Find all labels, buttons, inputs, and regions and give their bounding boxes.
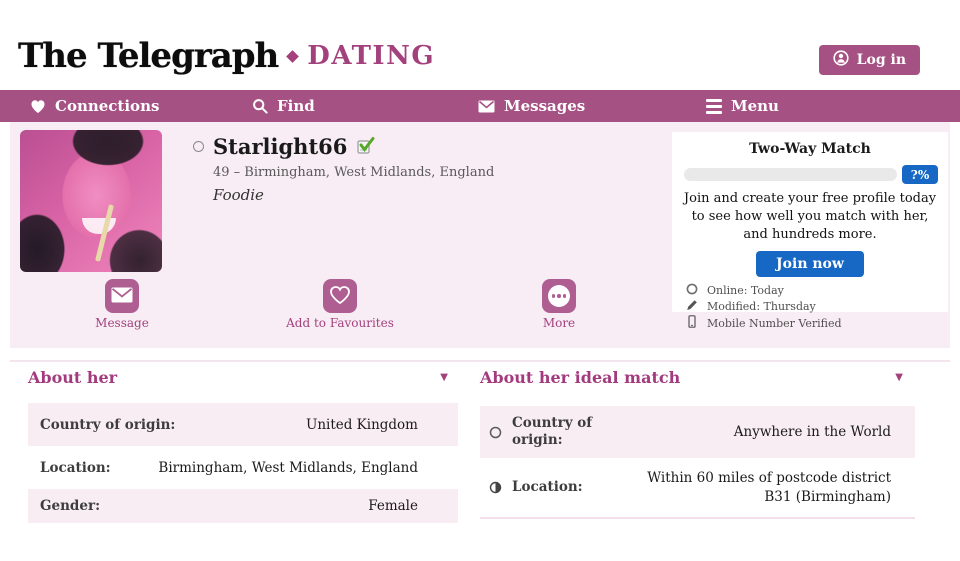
match-score-badge: ?% (902, 165, 938, 184)
action-label: Add to Favourites (270, 316, 410, 330)
two-way-match-card: Two-Way Match ?% Join and create your fr… (672, 132, 948, 312)
login-label: Log in (857, 52, 906, 68)
row-label: Location: (40, 460, 111, 476)
message-button[interactable] (105, 279, 139, 313)
ideal-match-section: About her ideal match ▼ Country of origi… (480, 368, 915, 519)
header: The Telegraph DATING Log in (0, 0, 960, 90)
profile-header: Starlight66 (193, 134, 375, 159)
profile-tagline: Foodie (213, 186, 264, 204)
row-value: Birmingham, West Midlands, England (158, 460, 458, 476)
about-her-header: About her ▼ (28, 368, 458, 390)
site-logo[interactable]: The Telegraph DATING (18, 36, 435, 76)
profile-summary-panel: Starlight66 49 – Birmingham, West Midlan… (10, 122, 950, 348)
envelope-icon (111, 287, 133, 306)
row-label: Location: (512, 479, 608, 496)
envelope-icon (478, 100, 495, 113)
table-row: Country of origin: United Kingdom (28, 403, 458, 446)
table-row: Gender: Female (28, 489, 458, 523)
person-icon (833, 50, 849, 70)
more-dots-icon (548, 285, 570, 307)
match-card-title: Two-Way Match (672, 132, 948, 157)
row-label: Country of origin: (512, 415, 608, 449)
match-card-description: Join and create your free profile today … (672, 190, 948, 244)
nav-item-messages[interactable]: Messages (478, 90, 585, 122)
row-label: Country of origin: (40, 417, 175, 433)
online-status-icon (193, 141, 204, 152)
action-add-to-favourites[interactable]: Add to Favourites (270, 279, 410, 330)
section-title: About her ideal match (480, 368, 680, 387)
profile-photo[interactable] (20, 130, 162, 272)
status-label: Online: Today (707, 284, 784, 298)
telegraph-logo: The Telegraph (18, 36, 278, 76)
diamond-icon (286, 50, 299, 63)
heart-outline-icon (329, 285, 351, 308)
about-her-section: About her ▼ Country of origin: United Ki… (28, 368, 458, 523)
dating-logo: DATING (307, 41, 435, 71)
login-button[interactable]: Log in (819, 45, 920, 75)
row-value: United Kingdom (306, 417, 458, 433)
circle-outline-icon (489, 426, 502, 439)
match-progress-bar (684, 168, 897, 181)
action-label: Message (52, 316, 192, 330)
table-row: Location: Birmingham, West Midlands, Eng… (28, 446, 458, 489)
about-her-rows: Country of origin: United Kingdom Locati… (28, 403, 458, 523)
nav-item-find[interactable]: Find (252, 90, 315, 122)
status-label: Mobile Number Verified (707, 317, 842, 331)
page: The Telegraph DATING Log in Connectio (0, 0, 960, 561)
table-row: Country of origin: Anywhere in the World (480, 406, 915, 458)
join-now-button[interactable]: Join now (756, 251, 864, 277)
profile-meta: 49 – Birmingham, West Midlands, England (213, 165, 494, 180)
verified-check-icon (356, 136, 375, 158)
row-value: Within 60 miles of postcode district B31… (625, 469, 915, 507)
circle-outline-icon (686, 283, 698, 299)
photo-art (82, 218, 116, 234)
action-more[interactable]: More (489, 279, 629, 330)
action-message[interactable]: Message (52, 279, 192, 330)
mobile-icon (686, 315, 698, 332)
row-label: Gender: (40, 498, 100, 514)
nav-item-menu[interactable]: Menu (706, 90, 779, 122)
status-online: Online: Today (686, 283, 948, 299)
menu-icon (706, 99, 722, 114)
chevron-down-icon[interactable]: ▼ (440, 372, 448, 383)
username: Starlight66 (213, 134, 347, 159)
table-row: Location: Within 60 miles of postcode di… (480, 458, 915, 519)
status-mobile-verified: Mobile Number Verified (686, 315, 948, 332)
pencil-icon (686, 299, 698, 315)
ideal-match-rows: Country of origin: Anywhere in the World… (480, 406, 915, 519)
chevron-down-icon[interactable]: ▼ (895, 372, 903, 383)
status-list: Online: Today Modified: Thursday Mobile … (686, 283, 948, 332)
row-value: Anywhere in the World (734, 423, 915, 442)
more-button[interactable] (542, 279, 576, 313)
main-nav: Connections Find Messages Menu (0, 90, 960, 122)
status-label: Modified: Thursday (707, 300, 816, 314)
action-label: More (489, 316, 629, 330)
search-icon (252, 98, 268, 114)
nav-label: Find (277, 97, 315, 115)
heart-icon (30, 99, 46, 114)
nav-label: Messages (504, 97, 585, 115)
status-modified: Modified: Thursday (686, 299, 948, 315)
nav-item-connections[interactable]: Connections (30, 90, 159, 122)
match-progress: ?% (684, 165, 938, 184)
nav-label: Connections (55, 97, 159, 115)
row-value: Female (368, 498, 458, 514)
ideal-match-header: About her ideal match ▼ (480, 368, 915, 390)
favourite-button[interactable] (323, 279, 357, 313)
section-title: About her (28, 368, 117, 387)
half-circle-icon (489, 481, 502, 494)
divider (10, 360, 950, 362)
nav-label: Menu (731, 97, 779, 115)
